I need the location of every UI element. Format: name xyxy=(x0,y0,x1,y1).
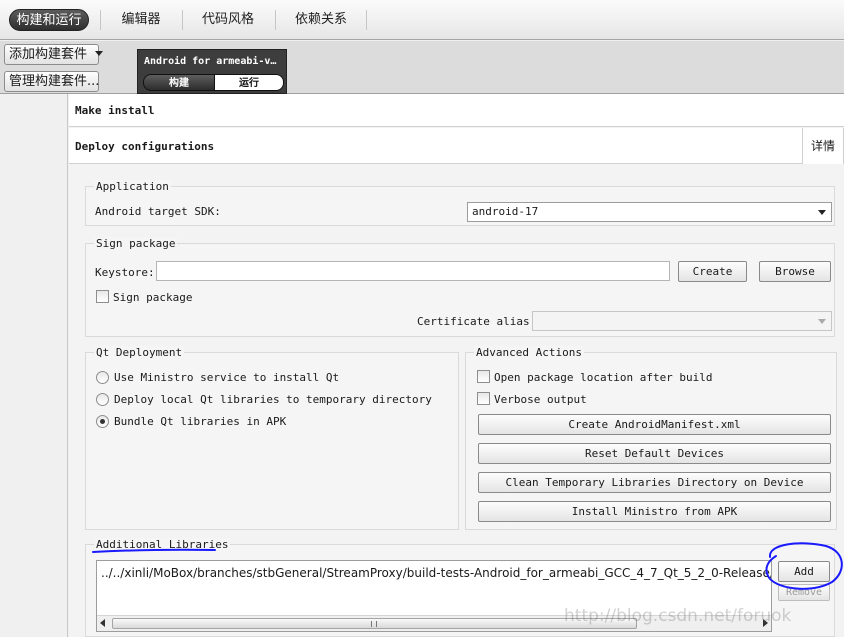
annotation-overlay xyxy=(92,542,843,590)
underline-annotation xyxy=(92,548,216,553)
watermark-text: http://blog.csdn.net/foruok xyxy=(564,606,792,626)
circle-annotation xyxy=(765,542,843,590)
